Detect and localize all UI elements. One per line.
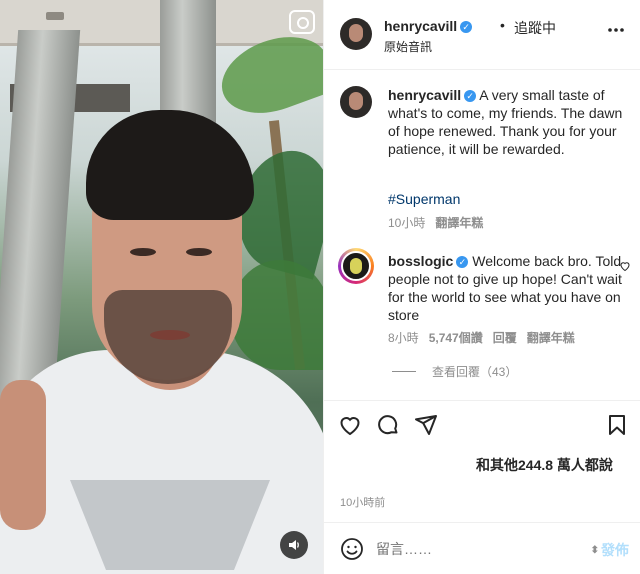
comment-composer: ⬍發佈 <box>324 522 640 574</box>
video-player[interactable] <box>0 0 323 574</box>
verified-badge-icon: ✓ <box>460 21 473 33</box>
following-button[interactable]: 追蹤中 <box>514 18 556 38</box>
comment-username[interactable]: bosslogic <box>388 253 453 269</box>
divider <box>392 371 416 372</box>
send-icon[interactable] <box>414 413 438 437</box>
caption-time[interactable]: 10小時 <box>388 216 425 230</box>
caption-username[interactable]: henrycavill <box>388 87 461 103</box>
video-person <box>0 0 323 574</box>
comment-meta: 8小時 5,747個讚 回覆 翻譯年糕 <box>388 329 575 346</box>
resize-icon: ⬍ <box>590 544 599 556</box>
comment-icon[interactable] <box>376 413 400 437</box>
comment: bosslogic ✓ Welcome back bro. Told people… <box>388 252 628 324</box>
translate-button[interactable]: 翻譯年糕 <box>435 216 483 230</box>
header-username[interactable]: henrycavill ✓ <box>384 18 473 34</box>
post-button[interactable]: ⬍ 發佈 <box>591 540 629 560</box>
post-timestamp[interactable]: 10小時前 <box>340 494 385 510</box>
heart-icon[interactable] <box>619 260 631 275</box>
reply-button[interactable]: 回覆 <box>493 331 517 345</box>
verified-badge-icon: ✓ <box>456 256 469 268</box>
action-bar <box>324 400 640 452</box>
caption-meta: 10小時 翻譯年糕 <box>388 214 483 231</box>
avatar[interactable] <box>340 18 372 50</box>
view-replies-button[interactable]: 查看回覆（43） <box>392 363 517 380</box>
avatar[interactable] <box>340 86 372 118</box>
comment-likes[interactable]: 5,747個讚 <box>429 331 483 345</box>
bookmark-icon[interactable] <box>605 413 629 437</box>
avatar[interactable] <box>341 251 371 281</box>
hashtag-link[interactable]: #Superman <box>388 190 628 208</box>
speaker-icon[interactable] <box>280 531 308 559</box>
post-sidebar: henrycavill ✓ • 追蹤中 原始音訊 henrycavill ✓ A v… <box>323 0 640 574</box>
post-dialog: henrycavill ✓ • 追蹤中 原始音訊 henrycavill ✓ A v… <box>0 0 640 574</box>
caption: henrycavill ✓ A very small taste of what'… <box>388 86 628 158</box>
post-header: henrycavill ✓ • 追蹤中 原始音訊 <box>324 0 640 70</box>
likes-summary[interactable]: 和其他244.8 萬人都說 <box>476 455 613 475</box>
verified-badge-icon: ✓ <box>464 90 477 102</box>
more-horizontal-icon[interactable] <box>607 22 625 33</box>
heart-icon[interactable] <box>338 413 362 437</box>
camera-switch-icon[interactable] <box>289 10 315 34</box>
comment-time[interactable]: 8小時 <box>388 331 419 345</box>
story-ring[interactable] <box>338 248 374 284</box>
comment-input[interactable] <box>376 537 576 561</box>
translate-button[interactable]: 翻譯年糕 <box>527 331 575 345</box>
separator-dot: • <box>500 17 505 33</box>
audio-label[interactable]: 原始音訊 <box>384 38 432 55</box>
comments-section: henrycavill ✓ A very small taste of what'… <box>324 70 640 400</box>
emoji-icon[interactable] <box>340 537 364 561</box>
